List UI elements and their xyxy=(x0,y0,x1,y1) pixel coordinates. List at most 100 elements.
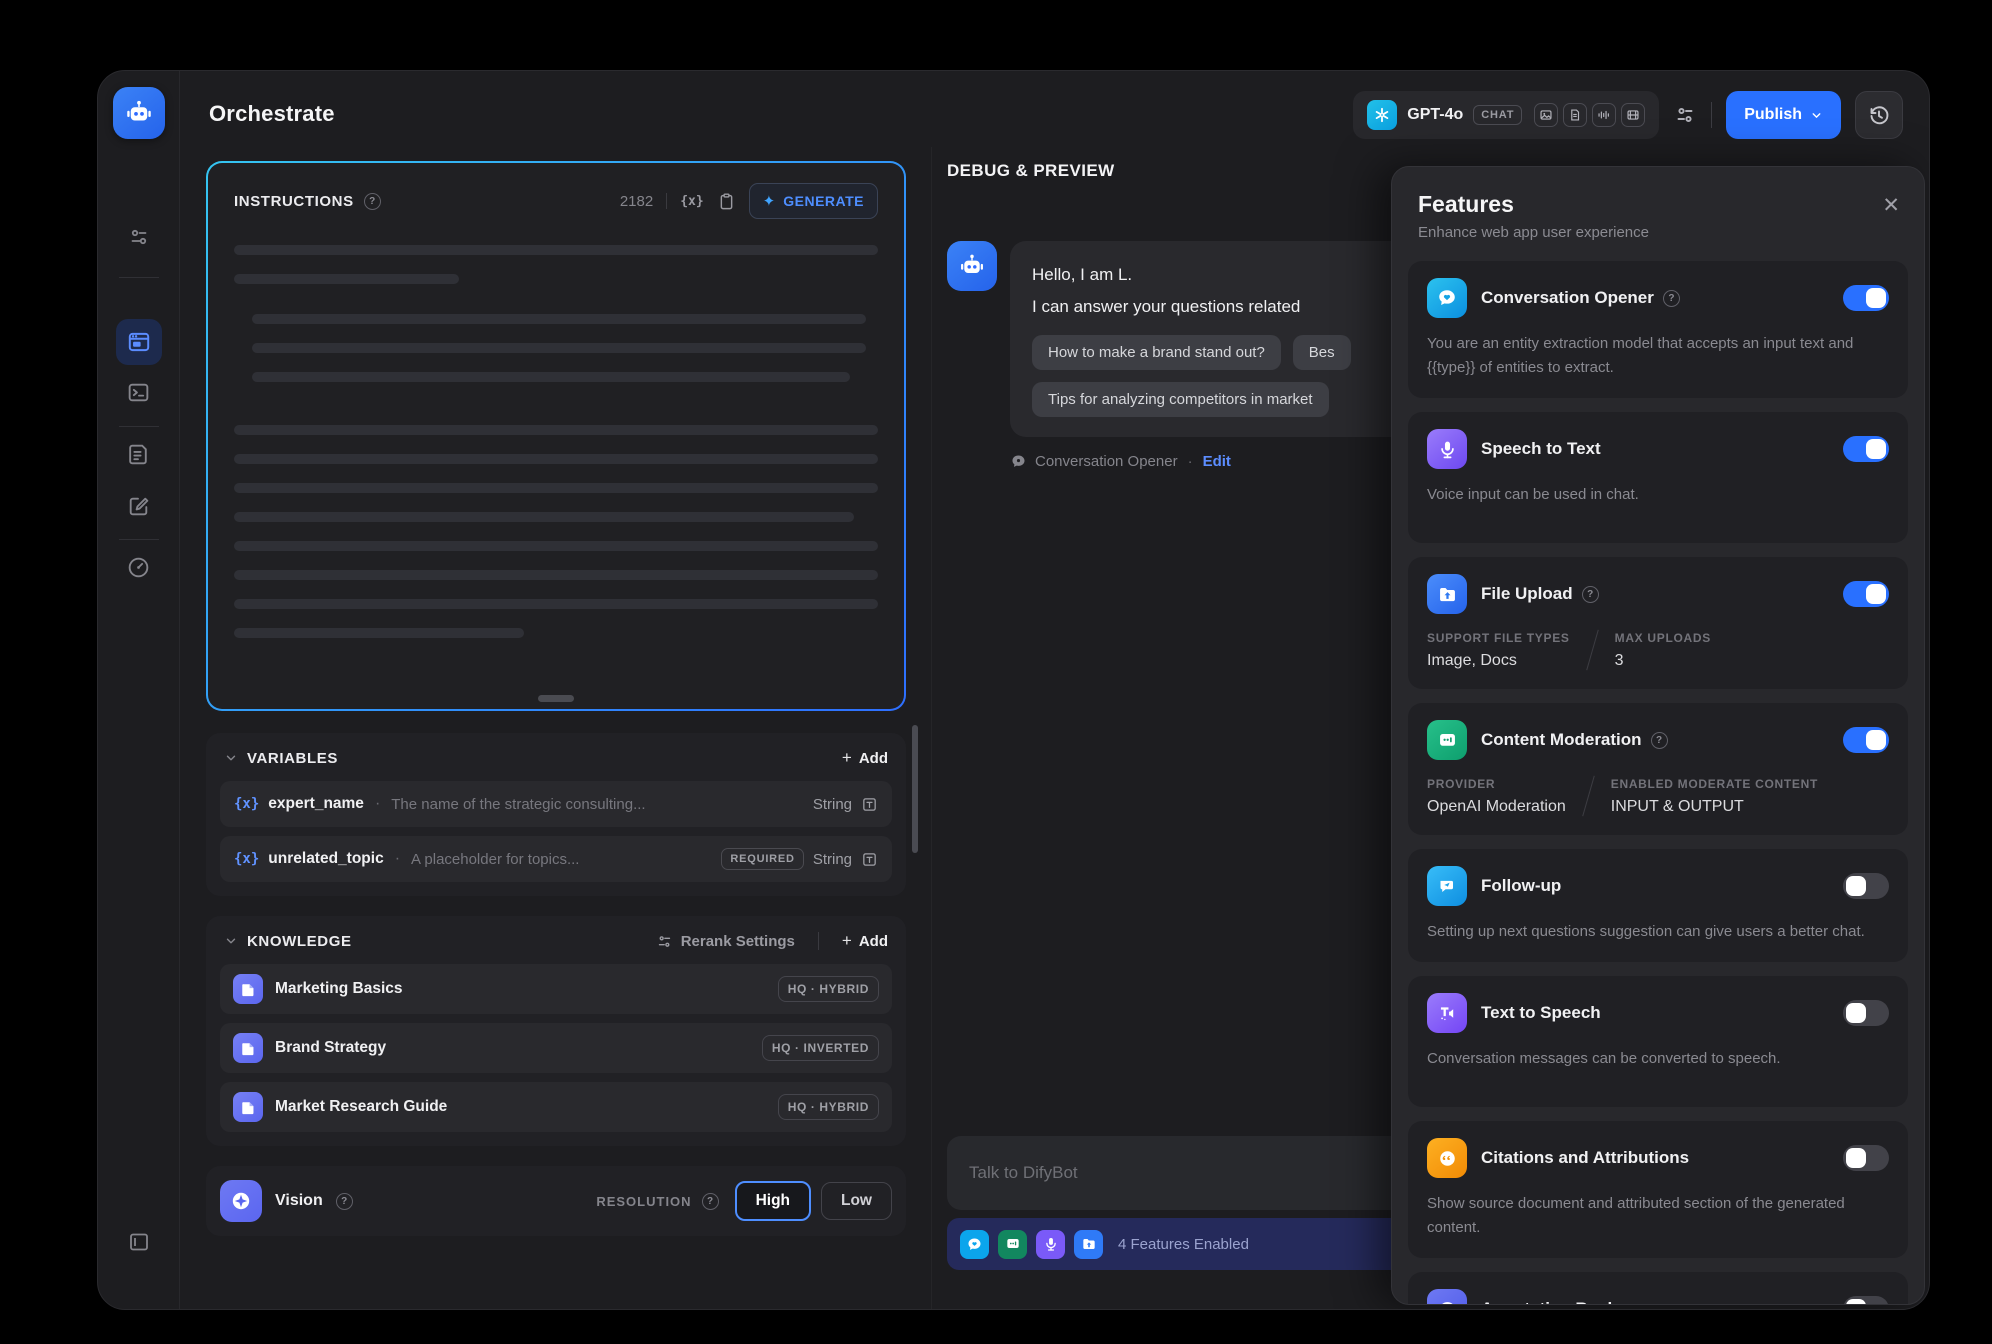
sidebar-collapse-button[interactable] xyxy=(116,1219,162,1265)
variable-row[interactable]: {x} unrelated_topic A placeholder for to… xyxy=(220,836,892,882)
knowledge-item[interactable]: Marketing Basics HQ · HYBRID xyxy=(220,964,892,1014)
meta-divider xyxy=(1586,630,1599,671)
opener-label: Conversation Opener xyxy=(1035,453,1178,470)
configuration-column: INSTRUCTIONS ? 2182 {x} ✦ GENERATE xyxy=(206,161,906,1236)
terminal-icon xyxy=(126,380,151,405)
variable-icon: {x} xyxy=(234,851,259,867)
feature-card-conversation-opener: Conversation Opener ? You are an entity … xyxy=(1408,261,1908,398)
rerank-settings-button[interactable]: Rerank Settings xyxy=(656,933,795,950)
meta-label: MAX UPLOADS xyxy=(1615,631,1711,645)
text-type-icon[interactable] xyxy=(861,851,878,868)
help-icon[interactable]: ? xyxy=(364,193,381,210)
feature-title: Citations and Attributions xyxy=(1481,1148,1689,1168)
vision-capability-icon xyxy=(1534,103,1558,127)
chevron-down-icon[interactable] xyxy=(224,751,238,765)
resize-handle[interactable] xyxy=(538,695,574,702)
help-icon[interactable]: ? xyxy=(336,1193,353,1210)
help-icon[interactable]: ? xyxy=(1651,732,1668,749)
prompt-skeleton[interactable] xyxy=(234,245,878,638)
knowledge-badge: HQ · INVERTED xyxy=(762,1035,879,1061)
collapse-panel-icon xyxy=(127,1230,151,1254)
feature-description: You are an entity extraction model that … xyxy=(1427,332,1889,380)
add-variable-button[interactable]: +Add xyxy=(842,748,888,768)
sidebar-item-orchestrate[interactable] xyxy=(116,319,162,365)
help-icon[interactable]: ? xyxy=(1582,586,1599,603)
add-label: Add xyxy=(859,933,888,950)
chevron-down-icon[interactable] xyxy=(224,934,238,948)
resolution-high-button[interactable]: High xyxy=(735,1181,811,1221)
feature-toggle[interactable] xyxy=(1843,1296,1889,1305)
meta-moderate-content: ENABLED MODERATE CONTENT INPUT & OUTPUT xyxy=(1611,777,1818,816)
meta-label: PROVIDER xyxy=(1427,777,1566,791)
sidebar-item-settings[interactable] xyxy=(116,214,162,260)
separator-dot xyxy=(373,795,382,813)
chevron-down-icon xyxy=(1810,109,1823,122)
file-upload-mini-icon xyxy=(1074,1230,1103,1259)
plus-icon: + xyxy=(842,931,852,951)
knowledge-badge: HQ · HYBRID xyxy=(778,1094,879,1120)
help-icon[interactable]: ? xyxy=(702,1193,719,1210)
meta-divider xyxy=(1582,776,1595,817)
suggested-question-chip[interactable]: Bes xyxy=(1293,335,1351,370)
features-title: Features xyxy=(1418,191,1898,218)
openai-logo-icon xyxy=(1367,100,1397,130)
model-selector[interactable]: GPT-4o CHAT xyxy=(1353,91,1659,139)
robot-icon xyxy=(124,98,154,128)
sidebar-divider xyxy=(119,426,159,427)
text-type-icon[interactable] xyxy=(861,796,878,813)
feature-toggle[interactable] xyxy=(1843,436,1889,462)
file-upload-icon xyxy=(1427,574,1467,614)
feature-toggle[interactable] xyxy=(1843,285,1889,311)
sidebar-item-terminal[interactable] xyxy=(116,369,162,415)
feature-title: Conversation Opener xyxy=(1481,288,1654,308)
knowledge-item[interactable]: Market Research Guide HQ · HYBRID xyxy=(220,1082,892,1132)
feature-title: Follow-up xyxy=(1481,876,1561,896)
rerank-label: Rerank Settings xyxy=(681,933,795,950)
suggested-question-chip[interactable]: Tips for analyzing competitors in market xyxy=(1032,382,1329,417)
knowledge-item[interactable]: Brand Strategy HQ · INVERTED xyxy=(220,1023,892,1073)
vision-label: Vision xyxy=(275,1192,323,1210)
history-button[interactable] xyxy=(1855,91,1903,139)
insert-variable-icon[interactable]: {x} xyxy=(680,194,703,209)
clipboard-icon[interactable] xyxy=(717,192,736,211)
knowledge-badge: HQ · HYBRID xyxy=(778,976,879,1002)
variables-section: VARIABLES +Add {x} expert_name The name … xyxy=(206,733,906,896)
generate-button[interactable]: ✦ GENERATE xyxy=(749,183,878,219)
resolution-low-button[interactable]: Low xyxy=(821,1182,892,1220)
variable-row[interactable]: {x} expert_name The name of the strategi… xyxy=(220,781,892,827)
dataset-icon xyxy=(233,1092,263,1122)
scrollbar-thumb[interactable] xyxy=(912,725,918,853)
sidebar-item-logs[interactable] xyxy=(116,431,162,477)
vision-icon xyxy=(220,1180,262,1222)
feature-card-follow-up: Follow-up Setting up next questions sugg… xyxy=(1408,849,1908,962)
feature-description: Voice input can be used in chat. xyxy=(1427,483,1889,525)
edit-link[interactable]: Edit xyxy=(1203,453,1231,470)
help-icon[interactable]: ? xyxy=(1663,290,1680,307)
feature-toggle[interactable] xyxy=(1843,581,1889,607)
add-knowledge-button[interactable]: + Add xyxy=(842,931,888,951)
feature-title: Annotation Reply xyxy=(1481,1299,1622,1305)
feature-toggle[interactable] xyxy=(1843,1000,1889,1026)
feature-card-citations: Citations and Attributions Show source d… xyxy=(1408,1121,1908,1258)
publish-button[interactable]: Publish xyxy=(1726,91,1841,139)
feature-toggle[interactable] xyxy=(1843,727,1889,753)
model-settings-icon[interactable] xyxy=(1673,103,1697,127)
close-icon[interactable]: ✕ xyxy=(1882,195,1900,216)
sidebar-item-annotations[interactable] xyxy=(116,483,162,529)
app-logo[interactable] xyxy=(113,87,165,139)
variable-type: String xyxy=(813,851,852,868)
suggested-question-chip[interactable]: How to make a brand stand out? xyxy=(1032,335,1281,370)
feature-card-file-upload: File Upload ? SUPPORT FILE TYPES Image, … xyxy=(1408,557,1908,689)
features-subtitle: Enhance web app user experience xyxy=(1418,224,1898,241)
variables-title: VARIABLES xyxy=(247,750,338,767)
meta-provider: PROVIDER OpenAI Moderation xyxy=(1427,777,1566,816)
feature-toggle[interactable] xyxy=(1843,1145,1889,1171)
toolbar-divider xyxy=(666,193,667,209)
sidebar-item-monitoring[interactable] xyxy=(116,544,162,590)
knowledge-name: Brand Strategy xyxy=(275,1039,386,1057)
sidebar-divider xyxy=(119,539,159,540)
feature-toggle[interactable] xyxy=(1843,873,1889,899)
document-icon xyxy=(126,442,151,467)
sparkle-icon: ✦ xyxy=(763,192,776,210)
instructions-panel: INSTRUCTIONS ? 2182 {x} ✦ GENERATE xyxy=(206,161,906,711)
